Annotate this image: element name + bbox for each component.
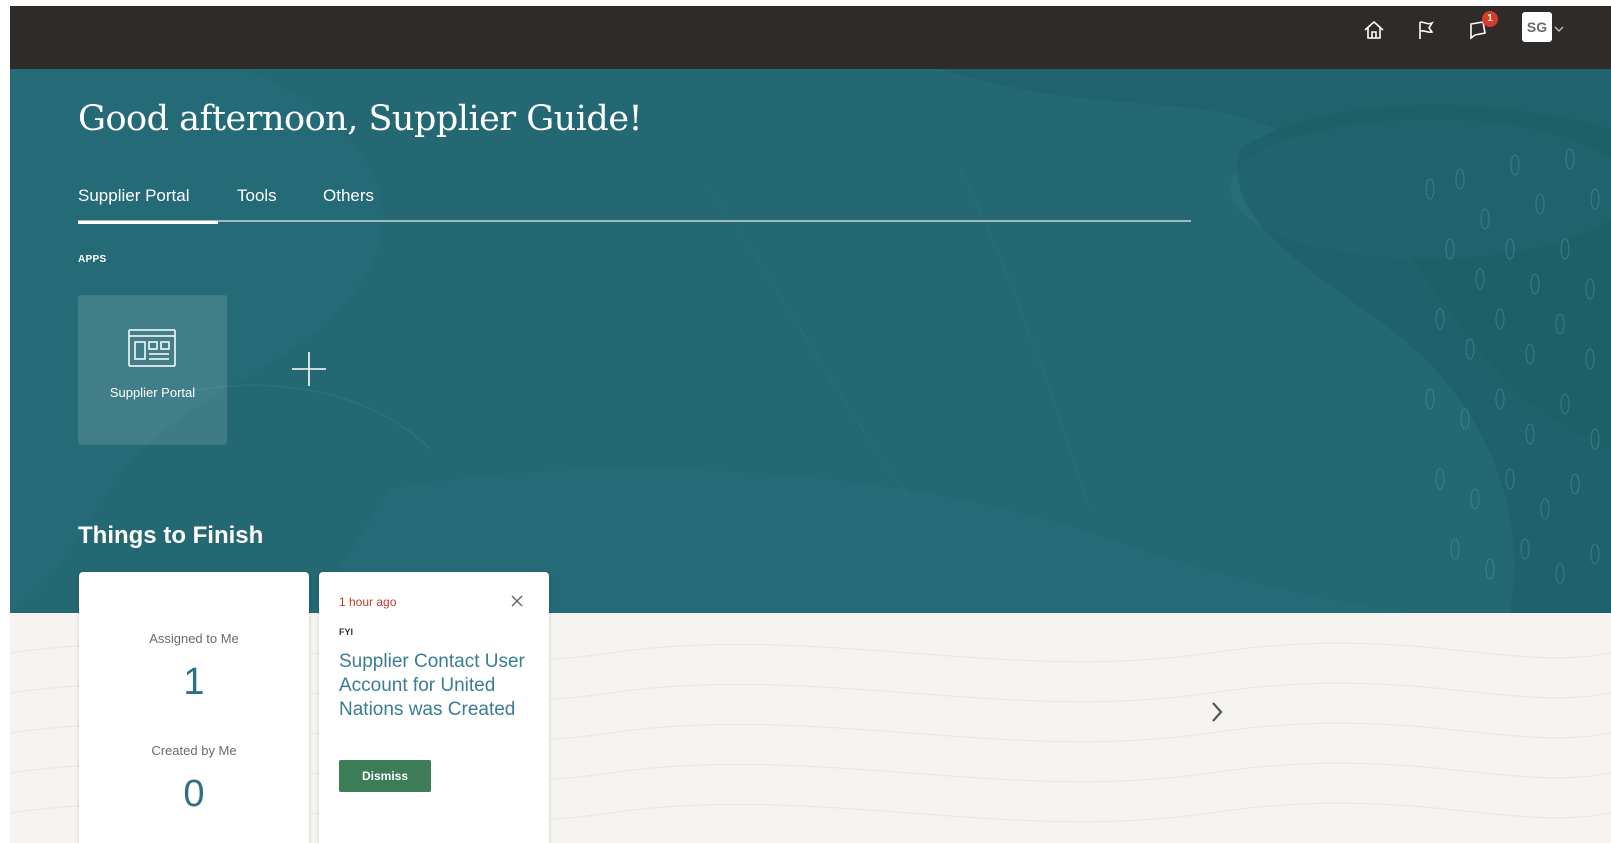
hero-banner: Good afternoon, Supplier Guide! Supplier… <box>10 69 1611 613</box>
home-icon[interactable] <box>1359 15 1389 45</box>
app-tile-label: Supplier Portal <box>109 385 196 400</box>
created-by-me-label: Created by Me <box>151 743 237 758</box>
notification-type: FYI <box>339 627 354 637</box>
favorites-flag-icon[interactable] <box>1411 15 1441 45</box>
assigned-to-me-label: Assigned to Me <box>149 631 239 646</box>
app-tile-supplier-portal[interactable]: Supplier Portal <box>78 295 227 445</box>
notification-card: 1 hour ago FYI Supplier Contact User Acc… <box>319 572 549 843</box>
assigned-to-me-count[interactable]: 1 <box>79 661 309 704</box>
tab-bar: Supplier Portal Tools Others <box>78 186 1191 224</box>
apps-section-label: APPS <box>78 254 107 265</box>
tab-supplier-portal[interactable]: Supplier Portal <box>78 186 218 224</box>
notification-time: 1 hour ago <box>339 595 397 609</box>
created-by-me-count[interactable]: 0 <box>79 773 309 816</box>
user-avatar[interactable]: SG <box>1522 12 1552 42</box>
notification-title-link[interactable]: Supplier Contact User Account for United… <box>339 650 534 722</box>
chevron-right-icon[interactable] <box>1207 698 1227 726</box>
chevron-down-icon[interactable] <box>1554 20 1564 38</box>
add-app-plus-icon[interactable] <box>290 350 328 388</box>
app-frame: 1 SG Good afternoon, Supplier Guide! Sup… <box>10 6 1611 843</box>
worklist-counts-card[interactable]: Assigned to Me 1 Created by Me 0 <box>79 572 309 843</box>
greeting-heading: Good afternoon, Supplier Guide! <box>78 99 643 139</box>
dismiss-button[interactable]: Dismiss <box>339 760 431 792</box>
things-to-finish-heading: Things to Finish <box>78 522 264 549</box>
notification-count-badge: 1 <box>1482 11 1498 27</box>
global-header: 1 SG <box>10 6 1611 69</box>
tab-tools[interactable]: Tools <box>237 186 277 222</box>
notifications-icon[interactable]: 1 <box>1463 11 1498 45</box>
close-icon[interactable] <box>509 593 525 609</box>
tab-others[interactable]: Others <box>323 186 374 222</box>
supplier-portal-icon <box>128 329 176 372</box>
